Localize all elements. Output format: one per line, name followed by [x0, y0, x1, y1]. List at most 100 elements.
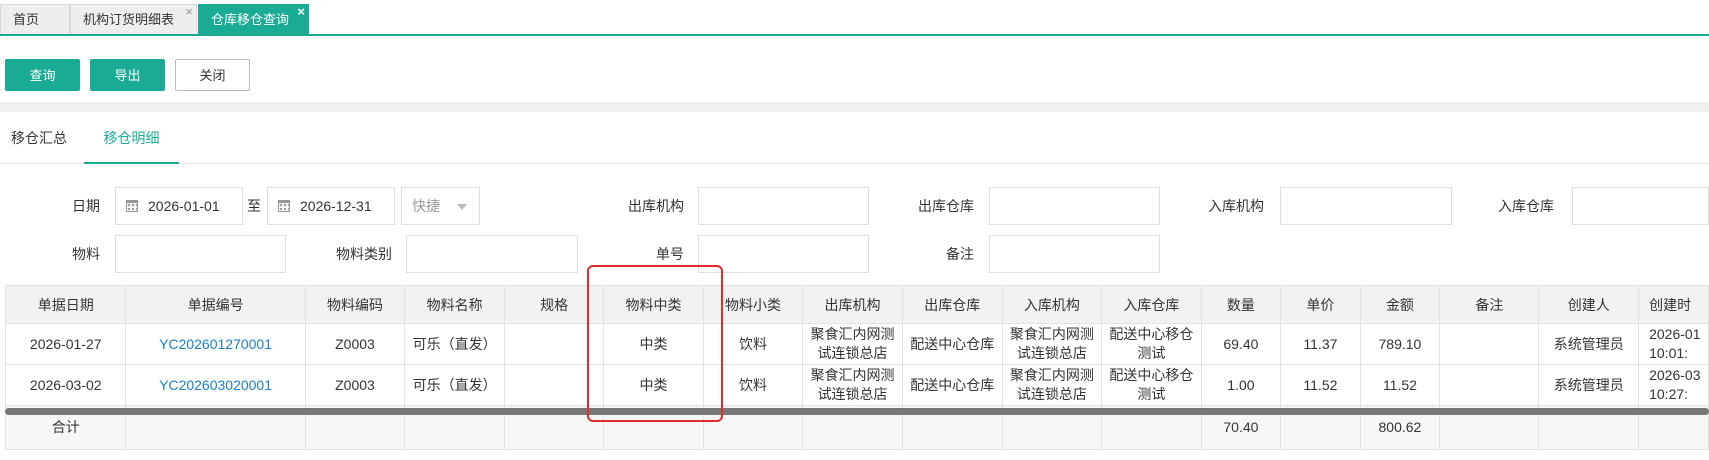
transfer-detail-table: 单据日期 单据编号 物料编码 物料名称 规格 物料中类 物料小类 出库机构 出库…	[4, 285, 1709, 450]
column-header[interactable]: 单据日期	[4, 285, 127, 324]
column-header[interactable]: 出库仓库	[901, 285, 1003, 324]
column-header[interactable]: 创建人	[1538, 285, 1640, 324]
table-cell: 2026-03-02	[4, 364, 127, 406]
chevron-down-icon	[457, 204, 467, 210]
tab-org-order-detail[interactable]: 机构订货明细表 ×	[70, 4, 197, 34]
table-cell: 中类	[603, 323, 704, 365]
tab-label: 仓库移仓查询	[211, 12, 290, 27]
tab-bar: 首页 机构订货明细表 × 仓库移仓查询 ×	[0, 0, 1709, 36]
table-cell: 11.52	[1359, 364, 1441, 406]
date-to-value: 2026-12-31	[300, 198, 372, 214]
table-cell: 2026-01-27	[4, 323, 127, 365]
remark-label: 备注	[946, 246, 974, 262]
date-from-value: 2026-01-01	[148, 198, 220, 214]
table-cell: 配送中心仓库	[901, 364, 1003, 406]
material-category-label: 物料类别	[336, 246, 392, 262]
table-cell: 789.10	[1359, 323, 1441, 365]
table-cell: 系统管理员	[1538, 323, 1640, 365]
column-header[interactable]: 物料中类	[603, 285, 704, 324]
table-cell	[1439, 364, 1540, 406]
table-cell: 聚食汇内网测试连锁总店	[802, 323, 903, 365]
table-cell: 聚食汇内网测试连锁总店	[1001, 364, 1103, 406]
date-from-field[interactable]: 2026-01-01	[115, 187, 243, 225]
calendar-icon	[126, 200, 138, 212]
out-org-label: 出库机构	[628, 198, 684, 214]
close-button[interactable]: 关闭	[175, 59, 250, 91]
column-header[interactable]: 单据编号	[125, 285, 306, 324]
table-cell: Z0003	[304, 323, 406, 365]
table-cell	[504, 323, 605, 365]
in-org-field[interactable]	[1280, 187, 1452, 225]
date-label: 日期	[72, 198, 100, 214]
table-cell: 系统管理员	[1538, 364, 1640, 406]
date-range-separator: 至	[247, 198, 261, 214]
material-category-field[interactable]	[406, 235, 578, 273]
in-org-label: 入库机构	[1208, 198, 1264, 214]
material-label: 物料	[72, 246, 100, 262]
horizontal-scrollbar[interactable]	[5, 408, 1709, 415]
bill-no-field[interactable]	[698, 235, 869, 273]
table-cell: Z0003	[304, 364, 406, 406]
column-header[interactable]: 物料编码	[304, 285, 406, 324]
bill-no-label: 单号	[656, 246, 684, 262]
table-row[interactable]: 2026-01-27 YC202601270001 Z0003 可乐（直发） 中…	[4, 323, 1709, 365]
column-header[interactable]: 规格	[504, 285, 605, 324]
table-cell: 饮料	[702, 364, 804, 406]
in-warehouse-label: 入库仓库	[1498, 198, 1554, 214]
tab-warehouse-transfer[interactable]: 仓库移仓查询 ×	[198, 4, 309, 34]
export-button[interactable]: 导出	[90, 59, 165, 91]
table-cell: 可乐（直发）	[404, 323, 506, 365]
quick-select[interactable]: 快捷	[401, 187, 480, 225]
table-cell: 配送中心移仓测试	[1101, 364, 1202, 406]
remark-field[interactable]	[989, 235, 1160, 273]
table-cell: 11.37	[1280, 323, 1361, 365]
column-header[interactable]: 入库仓库	[1101, 285, 1202, 324]
out-warehouse-label: 出库仓库	[918, 198, 974, 214]
table-header-row: 单据日期 单据编号 物料编码 物料名称 规格 物料中类 物料小类 出库机构 出库…	[4, 285, 1709, 324]
column-header[interactable]: 数量	[1200, 285, 1282, 324]
table-cell: 可乐（直发）	[404, 364, 506, 406]
table-cell	[504, 364, 605, 406]
material-field[interactable]	[115, 235, 286, 273]
query-button[interactable]: 查询	[5, 59, 80, 91]
column-header[interactable]: 物料小类	[702, 285, 804, 324]
quick-select-value: 快捷	[412, 198, 440, 214]
table-cell: 11.52	[1280, 364, 1361, 406]
column-header[interactable]: 备注	[1439, 285, 1540, 324]
column-header[interactable]: 出库机构	[802, 285, 903, 324]
close-icon[interactable]: ×	[297, 0, 305, 27]
column-header[interactable]: 物料名称	[404, 285, 506, 324]
column-header[interactable]: 金额	[1359, 285, 1441, 324]
bill-no-link[interactable]: YC202601270001	[125, 323, 306, 365]
date-to-field[interactable]: 2026-12-31	[267, 187, 395, 225]
sub-tabs: 移仓汇总 移仓明细	[0, 112, 1709, 164]
table-cell: 69.40	[1200, 323, 1282, 365]
tab-home[interactable]: 首页	[0, 4, 70, 34]
column-header[interactable]: 创建时	[1638, 285, 1709, 324]
table-cell: 饮料	[702, 323, 804, 365]
tab-summary[interactable]: 移仓汇总	[0, 112, 78, 164]
table-cell: 2026-03 10:27:	[1638, 364, 1709, 406]
table-cell: 1.00	[1200, 364, 1282, 406]
out-warehouse-field[interactable]	[989, 187, 1160, 225]
table-cell: 聚食汇内网测试连锁总店	[1001, 323, 1103, 365]
table-cell: 中类	[603, 364, 704, 406]
tab-label: 首页	[13, 12, 40, 27]
table-cell	[1439, 323, 1540, 365]
tab-detail[interactable]: 移仓明细	[84, 112, 179, 164]
in-warehouse-field[interactable]	[1572, 187, 1709, 225]
bill-no-link[interactable]: YC202603020001	[125, 364, 306, 406]
tab-label: 机构订货明细表	[83, 12, 175, 27]
column-header[interactable]: 单价	[1280, 285, 1361, 324]
table-cell: 聚食汇内网测试连锁总店	[802, 364, 903, 406]
divider	[0, 102, 1709, 112]
close-icon[interactable]: ×	[185, 0, 193, 27]
calendar-icon	[278, 200, 290, 212]
out-org-field[interactable]	[698, 187, 869, 225]
table-cell: 配送中心移仓测试	[1101, 323, 1202, 365]
table-row[interactable]: 2026-03-02 YC202603020001 Z0003 可乐（直发） 中…	[4, 364, 1709, 406]
column-header[interactable]: 入库机构	[1001, 285, 1103, 324]
table-cell: 2026-01 10:01:	[1638, 323, 1709, 365]
toolbar: 查询 导出 关闭	[0, 38, 1709, 102]
table-cell: 配送中心仓库	[901, 323, 1003, 365]
